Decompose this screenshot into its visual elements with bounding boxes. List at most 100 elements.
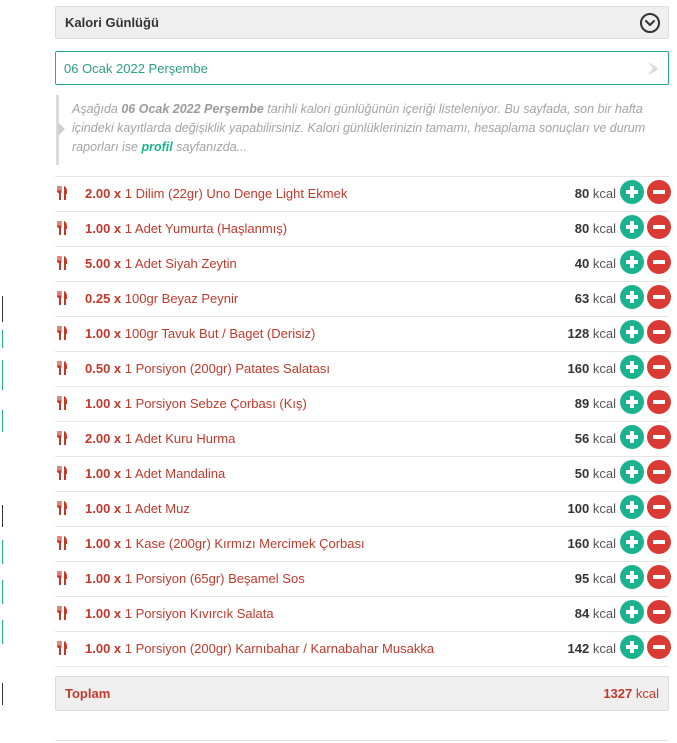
total-value: 1327 kcal [603, 686, 659, 701]
item-description[interactable]: 1.00 x 1 Porsiyon Sebze Çorbası (Kış) [85, 394, 455, 413]
item-name: 1 Porsiyon Kıvırcık Salata [124, 606, 274, 621]
collapse-toggle-button[interactable] [640, 12, 660, 33]
increase-button[interactable] [620, 460, 644, 484]
list-item: 1.00 x 1 Adet Yumurta (Haşlanmış) 80 kcal [55, 212, 671, 247]
decrease-button[interactable] [647, 600, 671, 624]
plus-icon [626, 536, 638, 548]
decrease-button[interactable] [647, 495, 671, 519]
increase-button[interactable] [620, 600, 644, 624]
decrease-button[interactable] [647, 180, 671, 204]
item-kcal-value: 40 [574, 256, 590, 271]
decrease-button[interactable] [647, 390, 671, 414]
plus-icon [626, 431, 638, 443]
item-kcal-unit: kcal [592, 431, 616, 446]
panel-header: Kalori Günlüğü [55, 6, 669, 39]
minus-icon [653, 505, 665, 509]
item-name: 1 Porsiyon Sebze Çorbası (Kış) [124, 396, 307, 411]
item-calories: 80 kcal [455, 219, 620, 238]
increase-button[interactable] [620, 180, 644, 204]
fork-knife-icon [55, 256, 85, 275]
item-description[interactable]: 5.00 x 1 Adet Siyah Zeytin [85, 254, 455, 273]
increase-button[interactable] [620, 495, 644, 519]
list-item: 5.00 x 1 Adet Siyah Zeytin 40 kcal [55, 247, 671, 282]
item-kcal-unit: kcal [592, 536, 616, 551]
decrease-button[interactable] [647, 460, 671, 484]
item-name: 1 Adet Yumurta (Haşlanmış) [124, 221, 288, 236]
increase-button[interactable] [620, 635, 644, 659]
date-select[interactable]: 06 Ocak 2022 Perşembe [55, 51, 669, 85]
item-description[interactable]: 2.00 x 1 Adet Kuru Hurma [85, 429, 455, 448]
item-actions [620, 390, 671, 414]
item-description[interactable]: 1.00 x 1 Porsiyon (65gr) Beşamel Sos [85, 569, 455, 588]
decrease-button[interactable] [647, 635, 671, 659]
item-name: 1 Adet Muz [124, 501, 190, 516]
item-kcal-value: 84 [574, 606, 590, 621]
list-item: 2.00 x 1 Adet Kuru Hurma 56 kcal [55, 422, 671, 457]
decrease-button[interactable] [647, 565, 671, 589]
list-item: 1.00 x 1 Porsiyon Sebze Çorbası (Kış) 89 … [55, 387, 671, 422]
plus-icon [626, 606, 638, 618]
total-label: Toplam [65, 686, 111, 701]
item-kcal-unit: kcal [592, 396, 616, 411]
minus-icon [653, 645, 665, 649]
plus-icon [626, 466, 638, 478]
fork-knife-icon [55, 291, 85, 310]
item-actions [620, 565, 671, 589]
item-quantity: 1.00 x [85, 536, 122, 551]
minus-icon [653, 470, 665, 474]
decrease-button[interactable] [647, 250, 671, 274]
item-description[interactable]: 1.00 x 1 Adet Muz [85, 499, 455, 518]
item-quantity: 1.00 x [85, 641, 122, 656]
plus-icon [626, 396, 638, 408]
decrease-button[interactable] [647, 320, 671, 344]
list-item: 0.50 x 1 Porsiyon (200gr) Patates Salata… [55, 352, 671, 387]
decrease-button[interactable] [647, 530, 671, 554]
increase-button[interactable] [620, 530, 644, 554]
item-kcal-value: 142 [567, 641, 590, 656]
item-calories: 128 kcal [455, 324, 620, 343]
item-description[interactable]: 1.00 x 1 Porsiyon Kıvırcık Salata [85, 604, 455, 623]
decrease-button[interactable] [647, 285, 671, 309]
item-description[interactable]: 2.00 x 1 Dilim (22gr) Uno Denge Light Ek… [85, 184, 455, 203]
item-name: 1 Adet Mandalina [124, 466, 226, 481]
item-name: 100gr Tavuk But / Baget (Derisiz) [124, 326, 316, 341]
item-quantity: 1.00 x [85, 221, 122, 236]
item-kcal-unit: kcal [592, 501, 616, 516]
plus-icon [626, 256, 638, 268]
decrease-button[interactable] [647, 215, 671, 239]
profile-link[interactable]: profil [141, 140, 172, 154]
decrease-button[interactable] [647, 425, 671, 449]
item-description[interactable]: 1.00 x 1 Kase (200gr) Kırmızı Mercimek Ç… [85, 534, 455, 553]
total-row: Toplam 1327 kcal [55, 676, 669, 711]
item-description[interactable]: 0.25 x 100gr Beyaz Peynir [85, 289, 455, 308]
item-name: 1 Kase (200gr) Kırmızı Mercimek Çorbası [124, 536, 365, 551]
increase-button[interactable] [620, 285, 644, 309]
increase-button[interactable] [620, 390, 644, 414]
fork-knife-icon [55, 431, 85, 450]
increase-button[interactable] [620, 250, 644, 274]
plus-icon [626, 186, 638, 198]
item-actions [620, 180, 671, 204]
minus-icon [653, 435, 665, 439]
item-description[interactable]: 1.00 x 1 Porsiyon (200gr) Karnıbahar / K… [85, 639, 455, 658]
increase-button[interactable] [620, 425, 644, 449]
increase-button[interactable] [620, 565, 644, 589]
item-description[interactable]: 1.00 x 1 Adet Mandalina [85, 464, 455, 483]
item-calories: 142 kcal [455, 639, 620, 658]
item-description[interactable]: 0.50 x 1 Porsiyon (200gr) Patates Salata… [85, 359, 455, 378]
increase-button[interactable] [620, 355, 644, 379]
item-kcal-unit: kcal [592, 361, 616, 376]
item-quantity: 2.00 x [85, 186, 122, 201]
item-description[interactable]: 1.00 x 1 Adet Yumurta (Haşlanmış) [85, 219, 455, 238]
item-kcal-value: 128 [567, 326, 590, 341]
item-actions [620, 285, 671, 309]
item-kcal-unit: kcal [592, 256, 616, 271]
fork-knife-icon [55, 466, 85, 485]
decrease-button[interactable] [647, 355, 671, 379]
item-quantity: 0.50 x [85, 361, 122, 376]
increase-button[interactable] [620, 215, 644, 239]
fork-knife-icon [55, 501, 85, 520]
increase-button[interactable] [620, 320, 644, 344]
info-text-3: sayfanızda... [172, 140, 248, 154]
item-description[interactable]: 1.00 x 100gr Tavuk But / Baget (Derisiz) [85, 324, 455, 343]
